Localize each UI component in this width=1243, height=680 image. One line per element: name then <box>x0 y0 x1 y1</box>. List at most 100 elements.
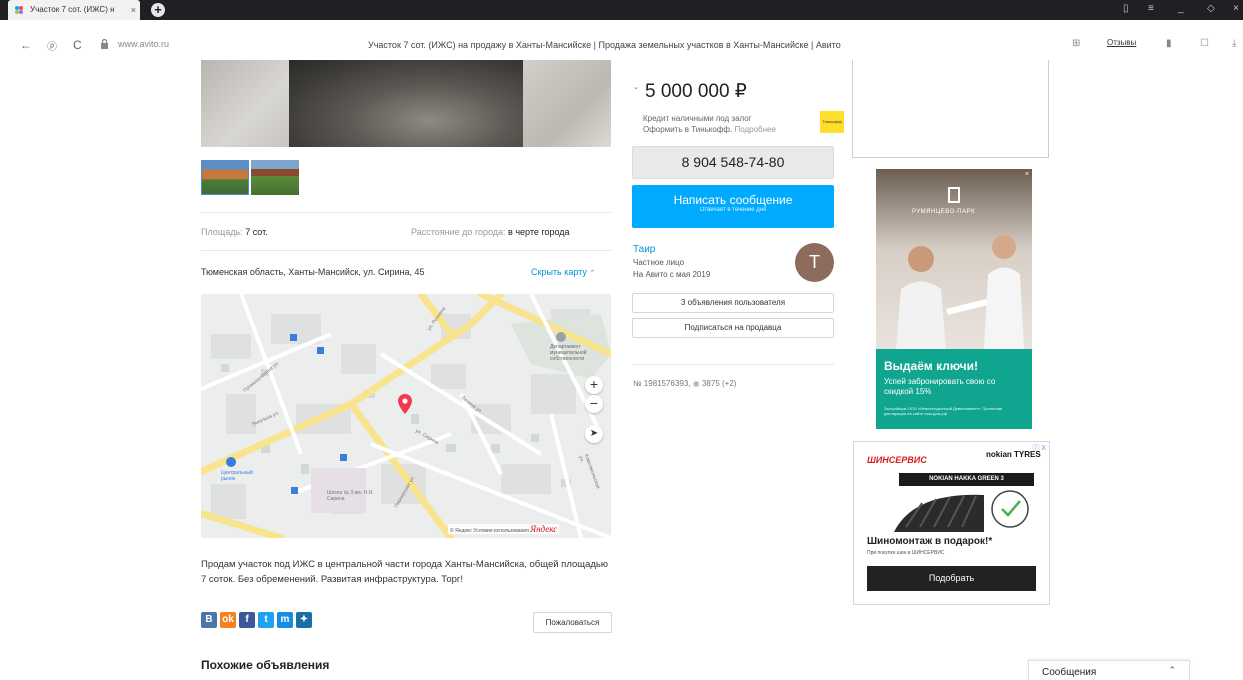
restore-icon[interactable]: ◇ <box>1207 3 1215 14</box>
ad-placeholder <box>852 60 1049 158</box>
photo-blur-right <box>523 60 611 147</box>
seller-since: На Авито с мая 2019 <box>633 270 711 279</box>
lj-share-icon[interactable]: ✦ <box>296 612 312 628</box>
chevron-up-icon[interactable]: ⌃ <box>1168 665 1176 676</box>
location-map[interactable]: Департамент муниципальной собственности … <box>201 294 611 538</box>
messages-widget[interactable]: Сообщения ⌃ <box>1028 660 1190 680</box>
subscribe-button[interactable]: Подписаться на продавца <box>632 318 834 338</box>
ad-id: № 1981576393, <box>633 379 691 388</box>
credit-offer-text: Оформить в Тинькофф. <box>643 125 733 134</box>
ad2-subtitle: При покупке шин в ШИНСЕРВИС <box>867 550 945 556</box>
chat-icon[interactable]: ☐ <box>1200 38 1209 49</box>
banner-ad-shinservis[interactable]: ⓘ X ШИНСЕРВИС nokian TYRES NOKIAN HAKKA … <box>853 441 1050 605</box>
area-param: Площадь: 7 сот. <box>201 227 268 237</box>
locate-icon[interactable]: ➤ <box>585 425 603 443</box>
twitter-share-icon[interactable]: t <box>258 612 274 628</box>
ad-subtitle: Успей забронировать свою со скидкой 15% <box>884 377 996 396</box>
tab-close-icon[interactable]: × <box>131 0 136 20</box>
browser-tab-bar: Участок 7 сот. (ИЖС) н × + ▯ ≡ _ ◇ × <box>0 0 1243 20</box>
address: Тюменская область, Ханты-Мансийск, ул. С… <box>201 267 425 277</box>
ad-brand: РУМЯНЦЕВО-ПАРК <box>912 209 976 215</box>
map-label-school: Школа № 3 им. Н.И. Сирина <box>327 490 374 502</box>
price: 5 000 000 ₽ <box>645 81 747 102</box>
select-tire-button[interactable]: Подобрать <box>867 566 1036 591</box>
ad-close-icon[interactable]: × <box>1025 171 1029 178</box>
reload-icon[interactable]: C <box>73 38 82 52</box>
map-pin-icon[interactable] <box>398 394 412 414</box>
reviews-link[interactable]: Отзывы <box>1107 38 1136 47</box>
extension-icon[interactable]: ⊞ <box>1072 38 1080 49</box>
thumbnail-1[interactable] <box>201 160 249 195</box>
divider <box>632 364 834 365</box>
thumbnail-2[interactable] <box>251 160 299 195</box>
views-eye-icon: ◉ <box>692 379 700 388</box>
write-message-button[interactable]: Написать сообщение Отвечает в течение дн… <box>632 185 834 228</box>
tab-title: Участок 7 сот. (ИЖС) н <box>30 5 115 14</box>
nokian-logo: nokian TYRES <box>986 450 1041 459</box>
seller-name-link[interactable]: Таир <box>633 244 655 255</box>
divider <box>201 250 611 251</box>
avatar[interactable]: T <box>795 243 834 282</box>
yandex-logo: Яндекс <box>530 524 558 534</box>
credit-more-link[interactable]: Подробнее <box>734 125 776 134</box>
shinservis-logo: ШИНСЕРВИС <box>867 455 927 465</box>
ad-headline: Выдаём ключи! <box>884 359 978 373</box>
back-icon[interactable]: ← <box>20 38 32 52</box>
ok-share-icon[interactable]: ok <box>220 612 236 628</box>
area-value: 7 сот. <box>245 227 268 237</box>
views-count: 3875 (+2) <box>701 379 737 388</box>
minimize-icon[interactable]: _ <box>1178 3 1184 14</box>
messages-label: Сообщения <box>1042 667 1097 678</box>
page-title: Участок 7 сот. (ИЖС) на продажу в Ханты-… <box>368 40 841 50</box>
url-field[interactable]: www.avito.ru <box>118 39 169 49</box>
photo-blur-left <box>201 60 289 147</box>
tinkoff-logo[interactable]: Тинькофф <box>820 111 844 133</box>
distance-param: Расстояние до города: в черте города <box>411 227 570 237</box>
ad-meta: № 1981576393, ◉ 3875 (+2) <box>633 379 736 388</box>
facebook-share-icon[interactable]: f <box>239 612 255 628</box>
vk-share-icon[interactable]: В <box>201 612 217 628</box>
map-label-dept: Департамент муниципальной собственности <box>550 344 587 362</box>
new-tab-button[interactable]: + <box>151 3 165 17</box>
close-window-icon[interactable]: × <box>1233 3 1239 14</box>
phone-button[interactable]: 8 904 548-74-80 <box>632 146 834 179</box>
user-ads-button[interactable]: 3 объявления пользователя <box>632 293 834 313</box>
bookmark-icon[interactable]: ▮ <box>1166 38 1172 49</box>
protect-icon[interactable]: ⓟ <box>47 38 57 53</box>
divider <box>201 212 611 213</box>
hide-map-label: Скрыть карту <box>531 267 587 277</box>
map-label-market: Центральный рынок <box>221 470 253 482</box>
description: Продам участок под ИЖС в центральной час… <box>201 559 608 585</box>
seller-type: Частное лицо <box>633 258 685 267</box>
chevron-up-icon: ⌃ <box>589 270 596 277</box>
tire-model-band: NOKIAN HAKKA GREEN 3 <box>899 473 1034 486</box>
mailru-share-icon[interactable]: m <box>277 612 293 628</box>
zoom-out-button[interactable]: − <box>585 395 603 413</box>
area-label: Площадь: <box>201 227 243 237</box>
price-chevron-icon[interactable]: ˇ <box>634 85 638 99</box>
ad2-headline: Шиномонтаж в подарок!* <box>867 536 993 547</box>
ad-fineprint: Застройщик ООО «Инвестиционный Девелопме… <box>884 406 1003 416</box>
browser-tab[interactable]: Участок 7 сот. (ИЖС) н × <box>8 0 140 20</box>
credit-text: Кредит наличными под залог <box>643 114 752 123</box>
write-message-sub: Отвечает в течение дня <box>699 207 767 213</box>
brand-logo-icon <box>948 187 960 203</box>
avito-favicon-icon <box>15 6 23 14</box>
distance-label: Расстояние до города: <box>411 227 506 237</box>
zoom-in-button[interactable]: + <box>585 376 603 394</box>
tabs-icon[interactable]: ▯ <box>1123 3 1129 14</box>
lock-icon <box>101 39 108 49</box>
distance-value: в черте города <box>508 227 570 237</box>
banner-ad-rumyantsevo[interactable]: РУМЯНЦЕВО-ПАРК Выдаём ключи! Успей забро… <box>876 169 1032 429</box>
map-terms[interactable]: © Яндекс Условия использования <box>450 528 529 534</box>
download-icon[interactable]: ⤓ <box>1232 38 1236 49</box>
main-photo[interactable] <box>289 60 523 147</box>
complain-button[interactable]: Пожаловаться <box>533 612 612 633</box>
map-footer[interactable]: © Яндекс Условия использования Яндекс <box>448 524 560 534</box>
tire-image <box>894 490 1029 532</box>
address-bar: ← ⓟ C www.avito.ru Участок 7 сот. (ИЖС) … <box>0 20 1243 60</box>
menu-icon[interactable]: ≡ <box>1148 3 1154 14</box>
similar-ads-title: Похожие объявления <box>201 658 330 672</box>
write-message-label: Написать сообщение <box>673 193 793 207</box>
hide-map-link[interactable]: Скрыть карту ⌃ <box>531 267 595 277</box>
